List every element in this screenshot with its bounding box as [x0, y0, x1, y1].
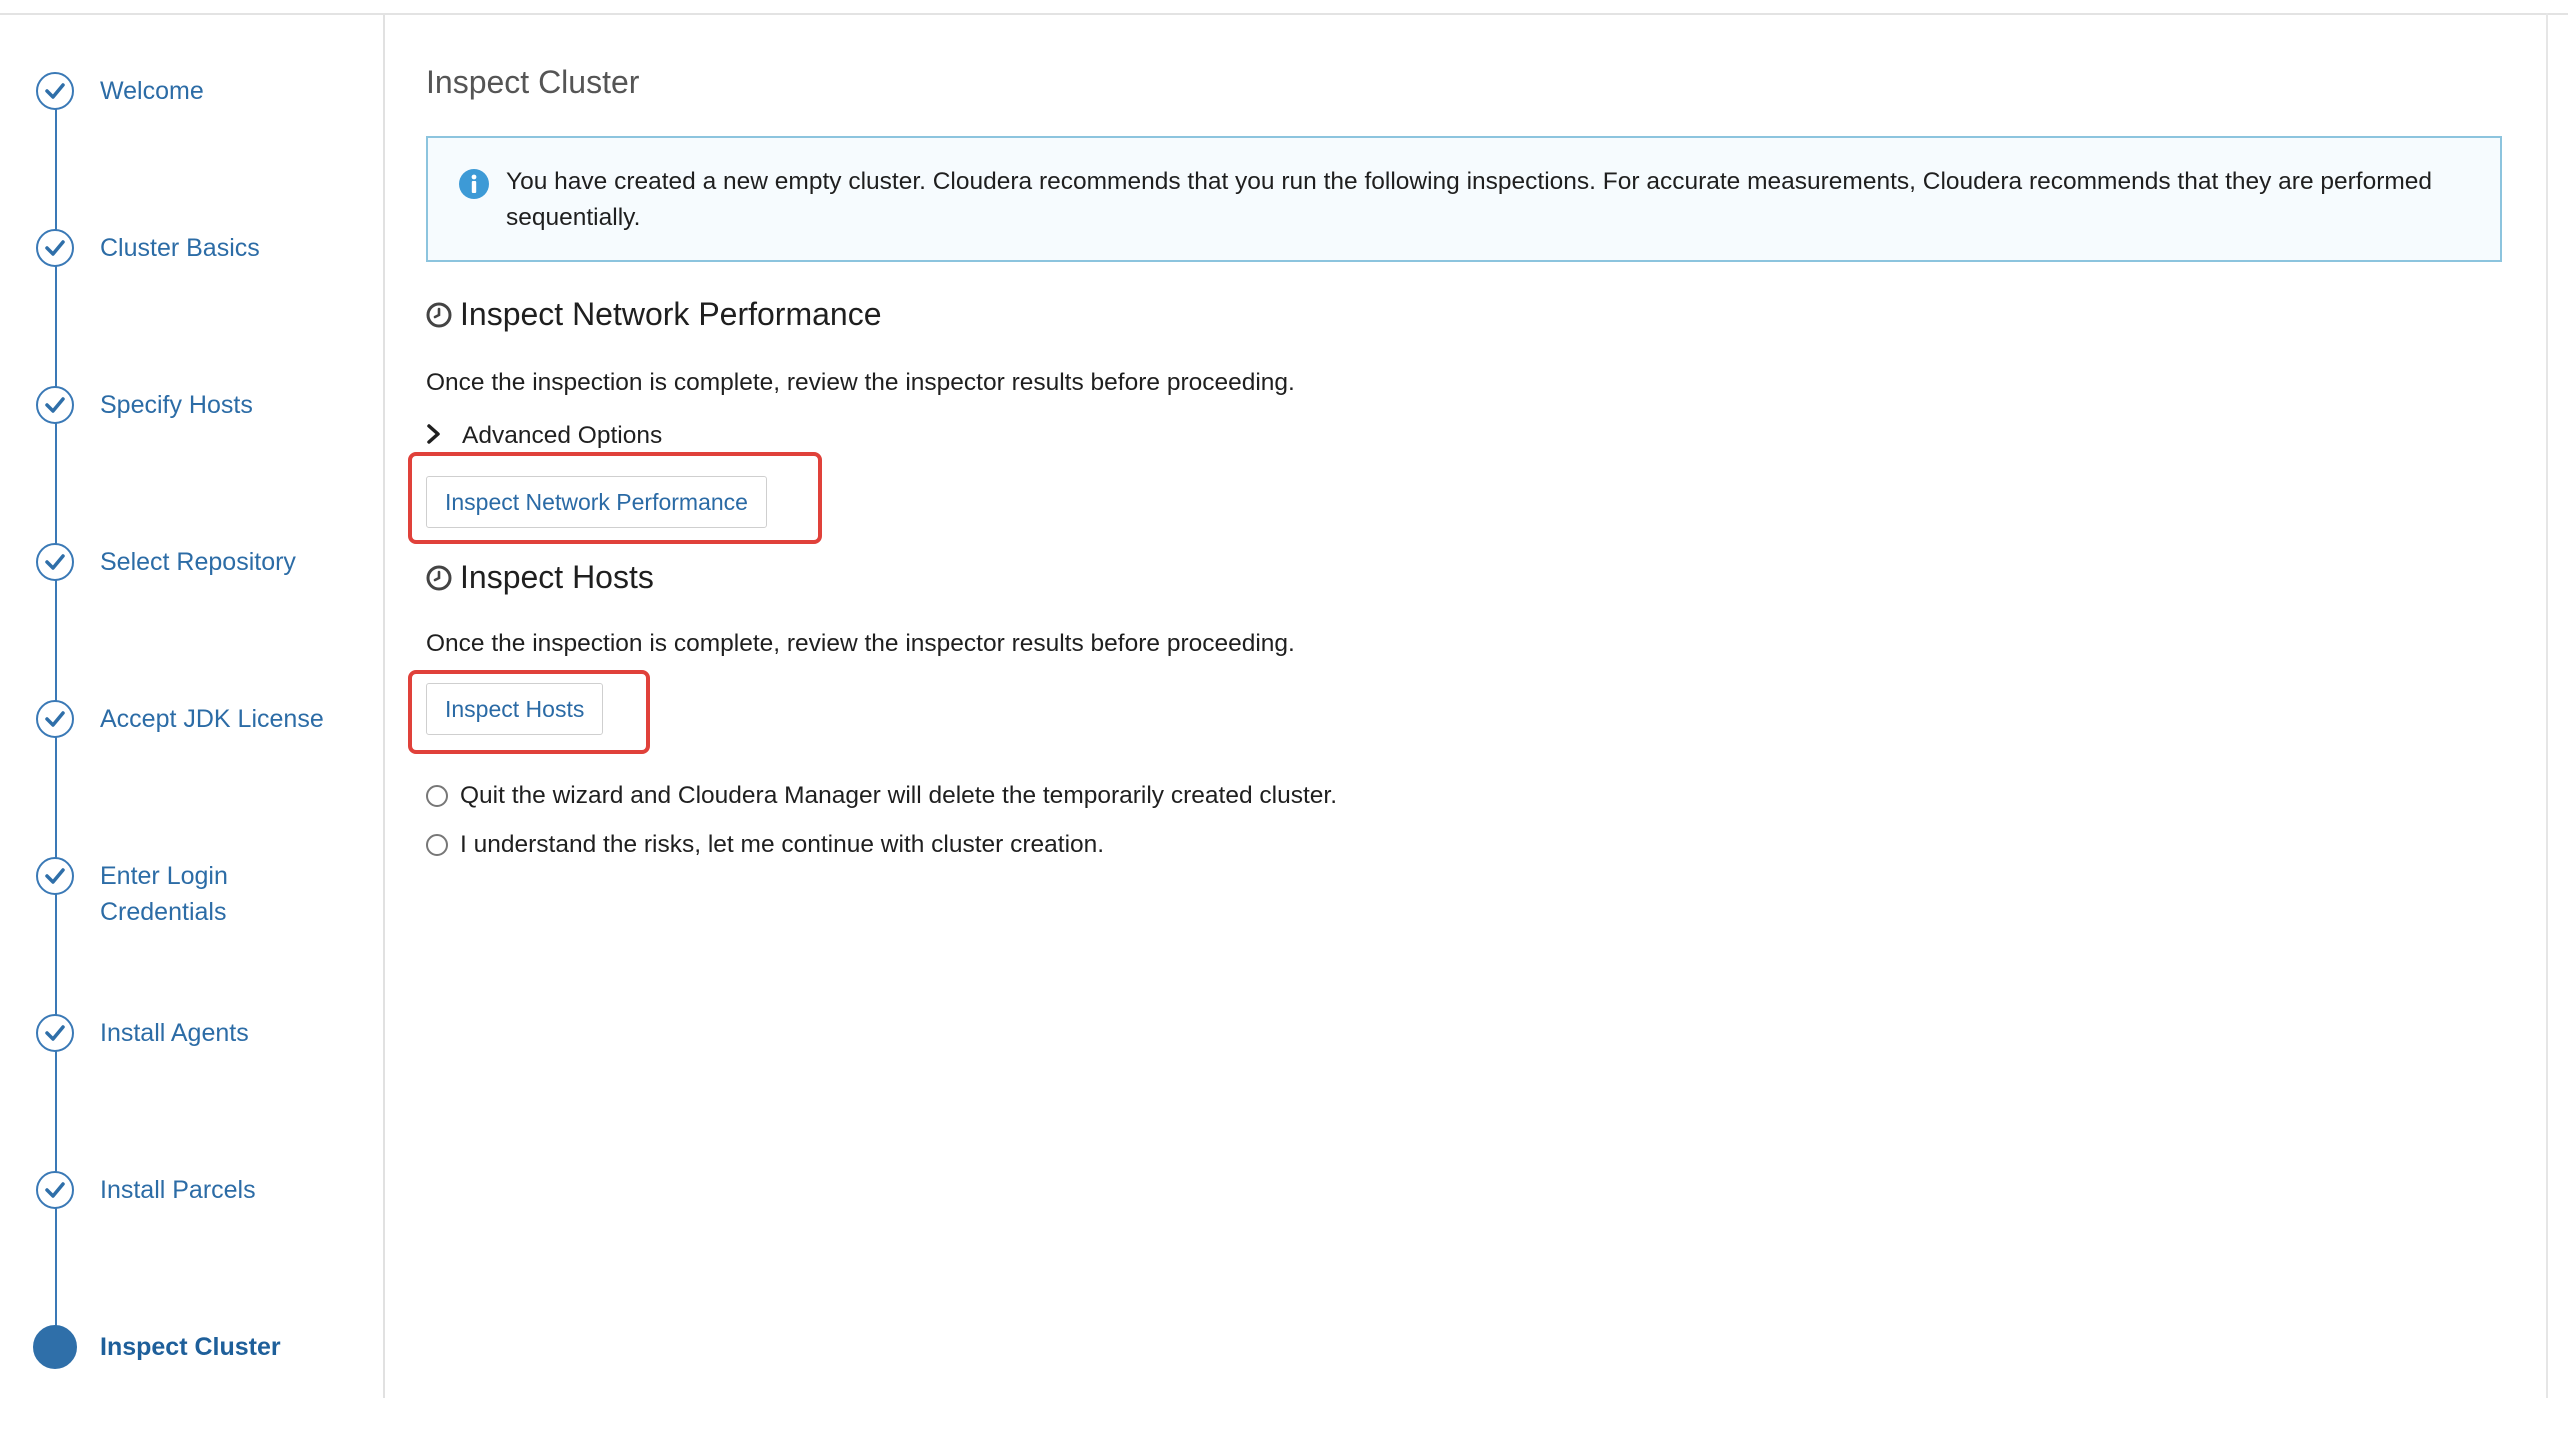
- continue-creation-option[interactable]: I understand the risks, let me continue …: [426, 831, 1104, 859]
- check-circle-icon: [36, 72, 74, 110]
- wizard-step-cluster-basics[interactable]: Cluster Basics: [0, 219, 380, 339]
- wizard-step-specify-hosts[interactable]: Specify Hosts: [0, 376, 380, 496]
- quit-wizard-option[interactable]: Quit the wizard and Cloudera Manager wil…: [426, 782, 1337, 810]
- wizard-step-label: Specify Hosts: [100, 391, 253, 419]
- network-section-title: Inspect Network Performance: [426, 296, 882, 336]
- check-circle-icon: [36, 543, 74, 581]
- filled-circle-icon: [33, 1325, 77, 1369]
- wizard-step-label: Accept JDK License: [100, 705, 324, 733]
- right-border: [2546, 13, 2548, 1398]
- hosts-description: Once the inspection is complete, review …: [426, 630, 1295, 657]
- wizard-step-inspect-cluster[interactable]: Inspect Cluster: [0, 1318, 380, 1438]
- radio-button[interactable]: [426, 834, 448, 856]
- network-section-title-text: Inspect Network Performance: [460, 296, 882, 332]
- info-text: You have created a new empty cluster. Cl…: [506, 168, 2433, 231]
- hosts-section-title-text: Inspect Hosts: [460, 559, 654, 595]
- wizard-step-label: Install Agents: [100, 1019, 249, 1047]
- check-circle-icon: [36, 229, 74, 267]
- wizard-step-label: Enter Login Credentials: [100, 862, 228, 926]
- network-description: Once the inspection is complete, review …: [426, 369, 1295, 396]
- wizard-step-select-repository[interactable]: Select Repository: [0, 533, 380, 653]
- wizard-step-welcome[interactable]: Welcome: [0, 62, 380, 182]
- wizard-step-label: Select Repository: [100, 548, 296, 576]
- continue-creation-label: I understand the risks, let me continue …: [460, 831, 1105, 858]
- quit-wizard-label: Quit the wizard and Cloudera Manager wil…: [460, 782, 1337, 809]
- advanced-options-label: Advanced Options: [462, 422, 663, 449]
- check-circle-icon: [36, 386, 74, 424]
- top-border: [0, 0, 2568, 15]
- wizard-step-label: Inspect Cluster: [100, 1333, 281, 1361]
- radio-button[interactable]: [426, 785, 448, 807]
- wizard-sidebar: Welcome Cluster Basics Specify Hosts Sel…: [0, 15, 385, 1398]
- check-circle-icon: [36, 1014, 74, 1052]
- inspect-hosts-button[interactable]: Inspect Hosts: [426, 683, 604, 735]
- check-circle-icon: [36, 1171, 74, 1209]
- clock-icon: [426, 562, 452, 599]
- wizard-step-label: Install Parcels: [100, 1176, 256, 1204]
- page-title: Inspect Cluster: [426, 64, 640, 100]
- check-circle-icon: [36, 857, 74, 895]
- wizard-step-accept-jdk-license[interactable]: Accept JDK License: [0, 690, 380, 810]
- wizard-step-enter-login-credentials[interactable]: Enter Login Credentials: [0, 847, 380, 967]
- check-circle-icon: [36, 700, 74, 738]
- advanced-options-toggle[interactable]: Advanced Options: [426, 422, 662, 452]
- hosts-section-title: Inspect Hosts: [426, 559, 654, 599]
- info-alert: You have created a new empty cluster. Cl…: [426, 136, 2502, 262]
- clock-icon: [426, 299, 452, 336]
- chevron-right-icon: [426, 423, 448, 452]
- wizard-step-label: Welcome: [100, 77, 204, 105]
- wizard-step-label: Cluster Basics: [100, 234, 260, 262]
- wizard-step-install-parcels[interactable]: Install Parcels: [0, 1161, 380, 1281]
- info-icon: [458, 168, 490, 205]
- wizard-step-install-agents[interactable]: Install Agents: [0, 1004, 380, 1124]
- inspect-network-performance-button[interactable]: Inspect Network Performance: [426, 476, 767, 528]
